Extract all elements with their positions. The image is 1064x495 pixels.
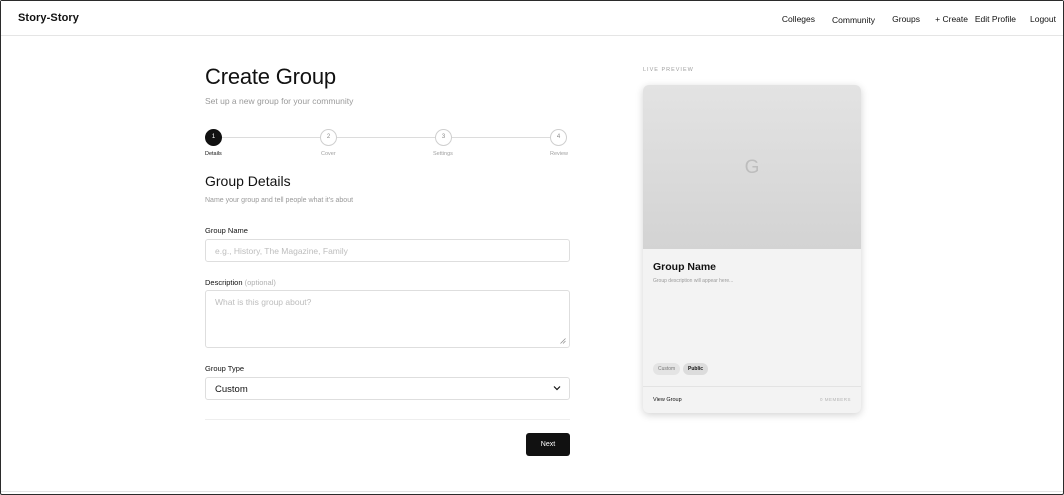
progress-stepper: 1 2 3 4 Details Cover Settings Review [205,129,571,161]
description-placeholder: What is this group about? [215,297,312,307]
group-name-input[interactable]: e.g., History, The Magazine, Family [205,239,570,262]
chevron-down-icon [553,386,561,391]
description-label: Description (optional) [205,278,276,287]
description-textarea[interactable]: What is this group about? [205,290,570,348]
nav-link-community[interactable]: Community [832,15,875,25]
form-divider [205,419,570,420]
step-2-indicator[interactable]: 2 [320,129,337,146]
step-2-label: Cover [321,151,336,157]
group-initial: G [744,157,760,178]
stepper-connector [222,137,320,138]
preview-tag-visibility: Public [683,363,709,375]
nav-link-edit-profile[interactable]: Edit Profile [975,14,1016,24]
step-1-label: Details [205,151,222,157]
description-optional-hint: (optional) [244,278,276,287]
nav-link-create[interactable]: + Create [935,14,968,24]
live-preview-label: LIVE PREVIEW [643,67,694,73]
top-navigation: Story-Story Colleges Community Groups + … [1,1,1063,36]
stepper-connector [452,137,550,138]
nav-link-groups[interactable]: Groups [892,14,920,24]
members-count: 0 MEMBERS [819,397,851,402]
preview-tag-type: Custom [653,363,681,375]
step-4-label: Review [550,151,569,157]
group-type-value: Custom [215,384,248,395]
bottom-divider [1,491,1063,492]
nav-link-logout[interactable]: Logout [1030,14,1056,24]
group-type-select[interactable]: Custom [205,377,570,400]
group-type-label: Group Type [205,364,245,373]
step-4-indicator[interactable]: 4 [550,129,567,146]
nav-link-colleges[interactable]: Colleges [782,14,815,24]
next-button[interactable]: Next [526,433,570,456]
card-cover-image: G [643,85,861,249]
group-preview-card: G Group Name Group description will appe… [643,85,861,413]
step-3-indicator[interactable]: 3 [435,129,452,146]
step-3-label: Settings [433,151,453,157]
preview-group-name: Group Name [653,261,717,273]
page-subtitle: Set up a new group for your community [205,96,354,106]
card-footer-divider [643,386,861,387]
section-title: Group Details [205,173,291,189]
brand-logo[interactable]: Story-Story [18,12,79,24]
group-name-label: Group Name [205,226,248,235]
description-label-text: Description [205,278,243,287]
page-title: Create Group [205,64,336,89]
preview-group-description: Group description will appear here... [653,278,734,284]
resize-handle-icon[interactable] [560,338,566,344]
stepper-connector [337,137,435,138]
step-1-indicator[interactable]: 1 [205,129,222,146]
group-name-placeholder: e.g., History, The Magazine, Family [215,246,348,256]
view-group-link[interactable]: View Group [653,397,682,403]
section-subtitle: Name your group and tell people what it'… [205,197,354,204]
